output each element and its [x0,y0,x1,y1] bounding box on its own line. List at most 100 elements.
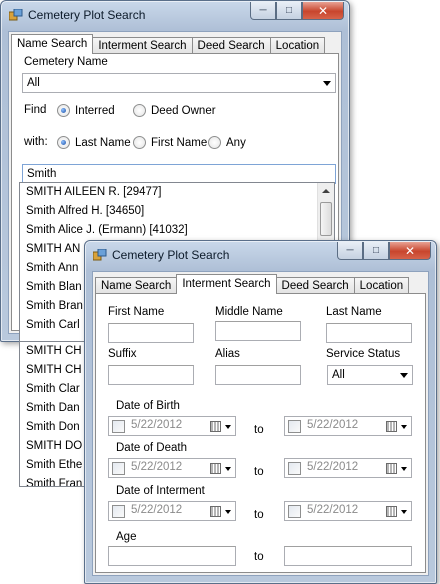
chevron-down-icon[interactable] [225,467,231,471]
with-last-name-label: Last Name [75,136,131,149]
service-status-label: Service Status [326,348,401,360]
maximize-button[interactable]: □ [363,242,389,260]
close-button[interactable]: ✕ [302,2,344,20]
calendar-icon[interactable] [386,506,397,517]
date-value: 5/22/2012 [131,419,183,431]
radio-selected-icon [57,104,70,117]
service-status-dropdown[interactable]: All [327,365,413,385]
tab-location[interactable]: Location [353,277,410,294]
list-item[interactable]: Smith Don [26,421,80,433]
radio-unselected-icon [208,136,221,149]
first-name-field[interactable] [108,323,194,343]
calendar-icon[interactable] [210,463,221,474]
list-item[interactable]: Smith Blan [26,281,82,293]
date-value: 5/22/2012 [307,461,359,473]
list-item[interactable]: Smith Carl [26,319,80,331]
date-of-death-to[interactable]: 5/22/2012 [284,458,412,478]
search-input-value: Smith [27,168,57,180]
minimize-button[interactable]: ─ [337,242,363,260]
age-to-field[interactable] [284,546,412,566]
date-enable-checkbox[interactable] [112,420,125,433]
list-item[interactable]: SMITH AILEEN R. [29477] [26,186,162,198]
last-name-field[interactable] [326,323,412,343]
cemetery-name-dropdown[interactable]: All [22,73,336,93]
tab-strip: Name Search Interment Search Deed Search… [95,274,410,294]
alias-label: Alias [215,348,240,360]
tab-deed-search[interactable]: Deed Search [191,37,271,54]
results-list-continued: SMITH CH SMITH CH Smith Clar Smith Dan S… [19,342,85,487]
close-icon: ✕ [404,243,416,258]
radio-unselected-icon [133,136,146,149]
caption-buttons: ─ □ ✕ [250,2,344,20]
cemetery-name-value: All [27,77,40,89]
radio-unselected-icon [133,104,146,117]
chevron-down-icon[interactable] [401,510,407,514]
date-of-death-from[interactable]: 5/22/2012 [108,458,236,478]
list-item[interactable]: Smith Fran [26,478,82,486]
date-enable-checkbox[interactable] [288,420,301,433]
find-label: Find [24,104,47,116]
calendar-icon[interactable] [386,463,397,474]
list-item[interactable]: Smith Bran [26,300,83,312]
calendar-icon[interactable] [386,421,397,432]
maximize-button[interactable]: □ [276,2,302,20]
list-item[interactable]: Smith Alice J. (Ermann) [41032] [26,224,188,236]
tab-name-search[interactable]: Name Search [11,34,94,54]
find-interred-radio[interactable]: Interred [57,104,115,117]
date-of-birth-from[interactable]: 5/22/2012 [108,416,236,436]
date-enable-checkbox[interactable] [112,462,125,475]
find-deed-owner-radio[interactable]: Deed Owner [133,104,216,117]
interment-search-window: Cemetery Plot Search ─ □ ✕ Name Search I… [84,240,437,584]
list-item[interactable]: SMITH DO [26,440,82,452]
list-item[interactable]: Smith Ann [26,262,78,274]
list-item[interactable]: SMITH AN [26,243,80,255]
with-any-radio[interactable]: Any [208,136,246,149]
tab-name-search[interactable]: Name Search [95,277,178,294]
date-of-interment-to[interactable]: 5/22/2012 [284,501,412,521]
date-enable-checkbox[interactable] [112,505,125,518]
with-last-name-radio[interactable]: Last Name [57,136,131,149]
chevron-down-icon[interactable] [225,510,231,514]
chevron-down-icon[interactable] [401,467,407,471]
to-label: to [254,551,264,563]
search-input[interactable]: Smith [22,164,336,184]
suffix-field[interactable] [108,365,194,385]
minimize-button[interactable]: ─ [250,2,276,20]
calendar-icon[interactable] [210,421,221,432]
date-of-interment-label: Date of Interment [116,485,205,497]
middle-name-field[interactable] [215,321,301,341]
chevron-down-icon[interactable] [401,425,407,429]
title-bar[interactable]: Cemetery Plot Search ─ □ ✕ [85,241,436,269]
date-of-birth-to[interactable]: 5/22/2012 [284,416,412,436]
scroll-up-icon[interactable] [322,189,330,193]
tab-deed-search[interactable]: Deed Search [275,277,355,294]
list-item[interactable]: SMITH CH [26,345,82,357]
window-title: Cemetery Plot Search [28,8,146,22]
list-item[interactable]: SMITH CH [26,364,82,376]
list-item[interactable]: Smith Clar [26,383,80,395]
date-enable-checkbox[interactable] [288,462,301,475]
alias-field[interactable] [215,365,301,385]
with-first-name-radio[interactable]: First Name [133,136,207,149]
app-icon [93,249,107,261]
with-first-name-label: First Name [151,136,208,149]
chevron-down-icon[interactable] [225,425,231,429]
list-item[interactable]: Smith Alfred H. [34650] [26,205,144,217]
with-label: with: [24,136,48,148]
tab-location[interactable]: Location [269,37,326,54]
date-value: 5/22/2012 [131,461,183,473]
list-item[interactable]: Smith Dan [26,402,80,414]
list-item[interactable]: Smith Ethe [26,459,82,471]
app-icon [9,9,23,21]
date-of-interment-from[interactable]: 5/22/2012 [108,501,236,521]
title-bar[interactable]: Cemetery Plot Search ─ □ ✕ [1,1,349,29]
window-title: Cemetery Plot Search [112,248,230,262]
calendar-icon[interactable] [210,506,221,517]
date-enable-checkbox[interactable] [288,505,301,518]
tab-interment-search[interactable]: Interment Search [92,37,193,54]
age-from-field[interactable] [108,546,236,566]
close-button[interactable]: ✕ [389,242,431,260]
tab-interment-search[interactable]: Interment Search [176,274,277,294]
to-label: to [254,466,264,478]
scroll-thumb[interactable] [320,202,332,236]
